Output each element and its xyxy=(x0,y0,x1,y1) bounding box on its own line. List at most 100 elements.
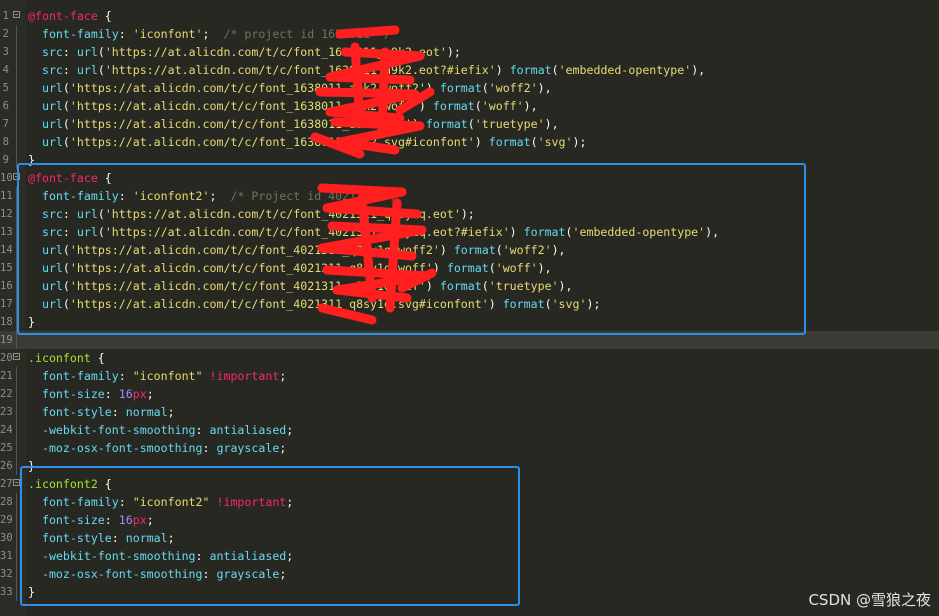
code-line[interactable]: 23 font-style: normal; xyxy=(0,403,939,421)
line-number: 23 xyxy=(0,406,13,418)
fold-guide xyxy=(16,511,17,529)
code-token: format xyxy=(439,81,482,95)
line-number: 18 xyxy=(0,316,13,328)
code-token: ; xyxy=(167,405,175,419)
watermark: CSDN @雪狼之夜 xyxy=(808,591,931,609)
code-text: font-family: "iconfont" !important; xyxy=(28,367,286,385)
line-number: 5 xyxy=(2,82,9,94)
code-token: ), xyxy=(544,117,559,131)
line-number: 17 xyxy=(0,298,13,310)
code-text: url('https://at.alicdn.com/t/c/font_1638… xyxy=(28,115,559,133)
code-line[interactable]: 22 font-size: 16px; xyxy=(0,385,939,403)
code-line[interactable]: 25 -moz-osx-font-smoothing: grayscale; xyxy=(0,439,939,457)
code-token: ( xyxy=(467,117,475,131)
code-line[interactable]: 24 -webkit-font-smoothing: antialiased; xyxy=(0,421,939,439)
code-token: 'truetype' xyxy=(474,117,545,131)
code-token: : xyxy=(118,369,133,383)
code-line[interactable]: 8 url('https://at.alicdn.com/t/c/font_16… xyxy=(0,133,939,151)
code-token: ; xyxy=(279,441,287,455)
line-number: 13 xyxy=(0,226,13,238)
code-token: antialiased xyxy=(209,423,287,437)
fold-guide xyxy=(16,115,17,133)
code-token: px xyxy=(132,387,147,401)
line-number: 11 xyxy=(0,190,13,202)
code-token: .iconfont xyxy=(28,351,91,365)
code-line[interactable]: 6 url('https://at.alicdn.com/t/c/font_16… xyxy=(0,97,939,115)
code-token: ( xyxy=(97,45,105,59)
code-token: font-style xyxy=(41,405,112,419)
code-line[interactable]: 4 src: url('https://at.alicdn.com/t/c/fo… xyxy=(0,61,939,79)
code-token: ; xyxy=(279,369,287,383)
code-token: url xyxy=(41,81,63,95)
code-token: { xyxy=(90,351,105,365)
code-token: font-size xyxy=(41,387,105,401)
fold-guide xyxy=(16,421,17,439)
code-line[interactable]: 21 font-family: "iconfont" !important; xyxy=(0,367,939,385)
code-text: .iconfont { xyxy=(28,349,105,367)
fold-toggle-icon[interactable] xyxy=(13,479,20,486)
code-token: "iconfont" xyxy=(132,369,203,383)
code-line[interactable]: 2 font-family: 'iconfont'; /* project id… xyxy=(0,25,939,43)
line-number: 1 xyxy=(2,10,9,22)
red-redaction-scribble-bottom xyxy=(317,183,437,325)
fold-toggle-icon[interactable] xyxy=(13,11,20,18)
fold-guide xyxy=(16,583,17,601)
fold-guide xyxy=(16,385,17,403)
code-token: format xyxy=(509,63,552,77)
line-number: 24 xyxy=(0,424,13,436)
code-token: ), xyxy=(537,81,552,95)
code-token: ); xyxy=(446,45,461,59)
code-token: ( xyxy=(481,81,489,95)
fold-guide xyxy=(16,439,17,457)
code-token: ; xyxy=(146,387,154,401)
code-token: : xyxy=(104,387,119,401)
code-line[interactable]: 20 .iconfont { xyxy=(0,349,939,367)
code-token: 'svg' xyxy=(537,135,573,149)
code-token: ) xyxy=(474,135,489,149)
line-number: 32 xyxy=(0,568,13,580)
code-token: -moz-osx-font-smoothing xyxy=(41,441,203,455)
line-number: 25 xyxy=(0,442,13,454)
code-text: url('https://at.alicdn.com/t/c/font_1638… xyxy=(28,97,538,115)
code-token: ( xyxy=(62,117,70,131)
fold-guide xyxy=(16,61,17,79)
fold-guide xyxy=(16,97,17,115)
code-token: ( xyxy=(62,99,70,113)
code-token: font-family xyxy=(41,27,119,41)
code-token: ), xyxy=(691,63,706,77)
code-token: url xyxy=(41,135,63,149)
code-line[interactable]: 7 url('https://at.alicdn.com/t/c/font_16… xyxy=(0,115,939,133)
fold-guide xyxy=(16,565,17,583)
line-number: 9 xyxy=(2,154,9,166)
code-line[interactable]: 1 @font-face { xyxy=(0,7,939,25)
line-number: 21 xyxy=(0,370,13,382)
code-token: grayscale xyxy=(216,441,280,455)
fold-guide xyxy=(16,457,17,475)
code-text: -webkit-font-smoothing: antialiased; xyxy=(28,421,293,439)
code-token: 'woff' xyxy=(481,99,524,113)
code-token: : xyxy=(111,405,126,419)
code-line[interactable]: 5 url('https://at.alicdn.com/t/c/font_16… xyxy=(0,79,939,97)
line-number: 12 xyxy=(0,208,13,220)
fold-guide xyxy=(16,367,17,385)
line-number: 6 xyxy=(2,100,9,112)
code-text: -moz-osx-font-smoothing: grayscale; xyxy=(28,439,286,457)
line-number: 14 xyxy=(0,244,13,256)
code-text: @font-face { xyxy=(28,7,112,25)
code-token: : xyxy=(62,45,77,59)
code-token: font-family xyxy=(41,369,119,383)
fold-toggle-icon[interactable] xyxy=(13,353,20,360)
line-number: 22 xyxy=(0,388,13,400)
line-number: 10 xyxy=(0,172,13,184)
code-line[interactable]: 3 src: url('https://at.alicdn.com/t/c/fo… xyxy=(0,43,939,61)
